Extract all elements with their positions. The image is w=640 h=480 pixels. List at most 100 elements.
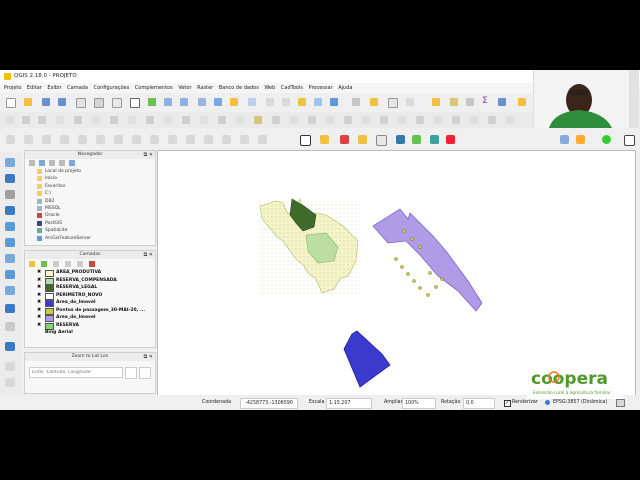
menu-editar[interactable]: Editar [27, 83, 42, 93]
browser-item[interactable]: Favoritos [25, 183, 155, 190]
layer-row[interactable]: ✖ RESERVA [25, 322, 155, 330]
new-gpkg-icon[interactable] [222, 135, 231, 144]
add-postgis-icon[interactable] [78, 135, 87, 144]
add-spatialite-icon[interactable] [60, 135, 69, 144]
delete-selected-icon[interactable] [110, 116, 118, 124]
layer-row[interactable]: Bing Aerial [25, 329, 155, 337]
menu-ajuda[interactable]: Ajuda [338, 83, 352, 93]
add-wms-icon[interactable] [132, 135, 141, 144]
python-console-icon[interactable] [396, 135, 405, 144]
menu-projeto[interactable]: Projeto [4, 83, 21, 93]
style-icon[interactable] [29, 261, 35, 267]
add-wcs-icon[interactable] [150, 135, 159, 144]
save-project-icon[interactable] [42, 98, 50, 106]
remove-layer-icon[interactable] [89, 261, 95, 267]
panel-close-icon[interactable]: ⧉ ✕ [144, 251, 153, 259]
split-features-icon[interactable] [362, 116, 370, 124]
layer-visibility-checkbox[interactable]: ✖ [37, 314, 41, 322]
show-bookmarks-icon[interactable] [314, 98, 322, 106]
merge-attributes-icon[interactable] [416, 116, 424, 124]
layer-row[interactable]: ✖ RESERVA_LEGAL [25, 284, 155, 292]
new-project-icon[interactable] [6, 98, 16, 108]
pan-icon[interactable] [130, 98, 140, 108]
area-do-imovel-blue[interactable] [343, 330, 391, 388]
browser-item[interactable]: SpatiaLite [25, 227, 155, 234]
digitize-icon[interactable] [6, 116, 14, 124]
clear-marker-icon[interactable] [139, 367, 151, 379]
add-wfs-layer-icon[interactable] [5, 254, 15, 263]
refresh-icon[interactable] [330, 98, 338, 106]
browser-item[interactable]: Início [25, 175, 155, 182]
layer-visibility-checkbox[interactable]: ✖ [37, 269, 41, 277]
zoom-in-icon[interactable] [164, 98, 172, 106]
pin-label-icon[interactable] [340, 135, 349, 144]
layer-visibility-checkbox[interactable]: ✖ [37, 284, 41, 292]
menu-web[interactable]: Web [264, 83, 275, 93]
rotate-point-icon[interactable] [434, 116, 442, 124]
crs-globe-icon[interactable] [545, 400, 550, 405]
label-tool-icon[interactable] [358, 135, 367, 144]
expand-all-icon[interactable] [65, 261, 71, 267]
add-feature-icon[interactable] [56, 116, 64, 124]
add-wcs-layer-icon[interactable] [5, 270, 15, 279]
add-postgis-layer-icon[interactable] [5, 206, 15, 215]
latlon-input[interactable] [29, 367, 123, 378]
menu-banco-de-dados[interactable]: Banco de dados [219, 83, 259, 93]
map-tips-icon[interactable] [300, 135, 311, 146]
zoom-to-icon[interactable] [125, 367, 137, 379]
undo-icon[interactable] [182, 116, 190, 124]
pan-to-selection-icon[interactable] [148, 98, 156, 106]
zoom-full-icon[interactable] [214, 98, 222, 106]
map-canvas[interactable] [157, 150, 636, 396]
label-rotate-icon[interactable] [506, 116, 514, 124]
add-raster-icon[interactable] [24, 135, 33, 144]
node-tool-icon[interactable] [92, 116, 100, 124]
zoom-native-icon[interactable] [198, 98, 206, 106]
new-layer-icon[interactable] [5, 342, 15, 351]
layer-visibility-checkbox[interactable]: ✖ [37, 307, 41, 315]
zoom-next-icon[interactable] [282, 98, 290, 106]
reshape-icon[interactable] [326, 116, 334, 124]
browser-item[interactable]: ArcGisFeatureServer [25, 235, 155, 242]
new-temp-layer-icon[interactable] [240, 135, 249, 144]
add-delimited-icon[interactable] [42, 135, 51, 144]
identify-icon[interactable] [352, 98, 360, 106]
rotate-label-icon[interactable] [218, 116, 226, 124]
add-selected-icon[interactable] [29, 160, 35, 166]
layer-visibility-checkbox[interactable]: ✖ [37, 299, 41, 307]
paste-features-icon[interactable] [164, 116, 172, 124]
open-project-icon[interactable] [24, 98, 32, 106]
messages-icon[interactable] [616, 399, 625, 407]
new-bookmark-icon[interactable] [298, 98, 306, 106]
grid-icon[interactable] [624, 135, 635, 146]
layer-visibility-checkbox[interactable]: ✖ [37, 277, 41, 285]
zoom-last-icon[interactable] [266, 98, 274, 106]
add-delimited-text-icon[interactable] [5, 190, 15, 199]
sigma-icon[interactable]: Σ [482, 96, 488, 106]
menu-configuracoes[interactable]: Configurações [93, 83, 129, 93]
virtual-layer-icon[interactable] [258, 135, 267, 144]
fill-ring-icon[interactable] [290, 116, 298, 124]
move-feature-icon[interactable] [74, 116, 82, 124]
add-wms-layer-icon[interactable] [5, 238, 15, 247]
save-edits-icon[interactable] [38, 116, 46, 124]
delete-ring-icon[interactable] [308, 116, 316, 124]
filter-legend-icon[interactable] [53, 261, 59, 267]
add-group-icon[interactable] [41, 261, 47, 267]
add-wfs-icon[interactable] [168, 135, 177, 144]
add-raster-layer-icon[interactable] [5, 174, 15, 183]
composer-manager-icon[interactable] [94, 98, 104, 108]
zoom-out-icon[interactable] [180, 98, 188, 106]
add-mssql-layer-icon[interactable] [5, 322, 15, 331]
compass-icon[interactable] [5, 362, 15, 371]
check-icon[interactable] [602, 135, 611, 144]
text-annotation-icon[interactable] [518, 98, 526, 106]
menu-camada[interactable]: Camada [67, 83, 88, 93]
add-annotation-icon[interactable] [320, 135, 329, 144]
redo-icon[interactable] [200, 116, 208, 124]
menu-raster[interactable]: Raster [197, 83, 213, 93]
statistics-icon[interactable] [466, 98, 474, 106]
menu-processar[interactable]: Processar [309, 83, 333, 93]
new-spatialite-layer-icon[interactable] [204, 135, 213, 144]
add-vector-layer-icon[interactable] [5, 158, 15, 167]
